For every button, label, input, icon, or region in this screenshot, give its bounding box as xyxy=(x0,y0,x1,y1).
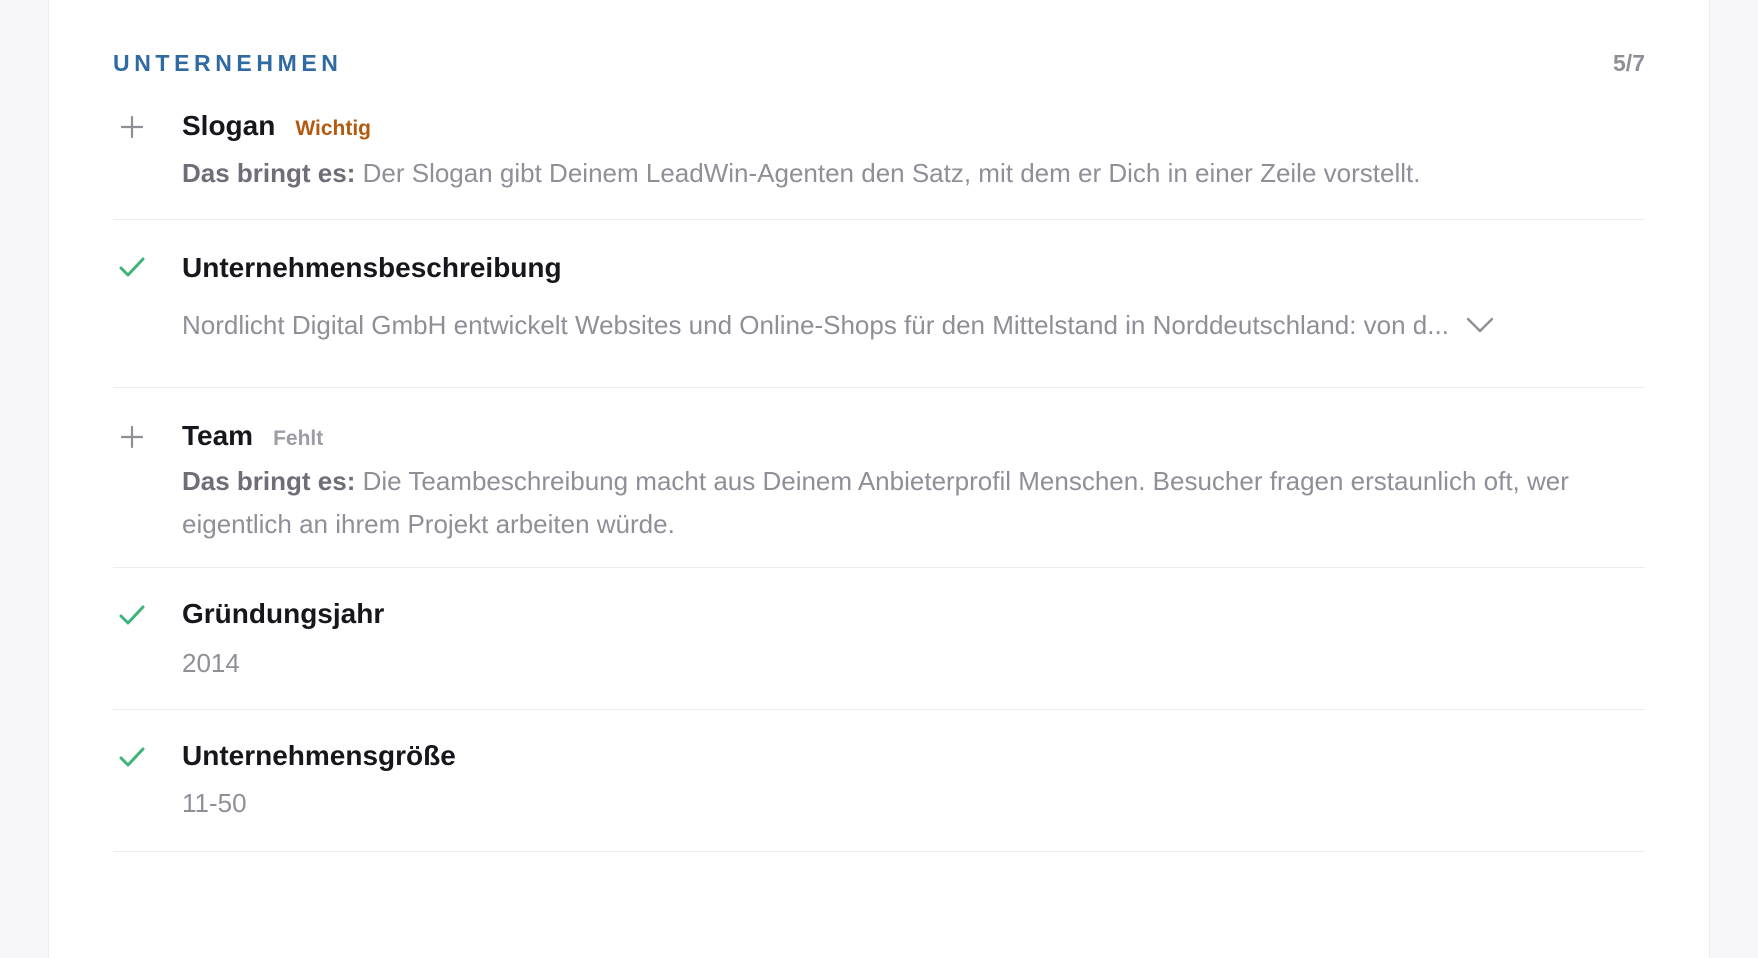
check-icon xyxy=(113,596,151,634)
chevron-down-icon[interactable] xyxy=(1463,308,1497,342)
field-label: Gründungsjahr xyxy=(182,598,385,629)
section-progress-count: 5/7 xyxy=(1613,50,1645,76)
importance-badge: Wichtig xyxy=(295,117,371,140)
missing-badge: Fehlt xyxy=(273,427,324,450)
field-benefit: Das bringt es: Der Slogan gibt Deinem Le… xyxy=(182,152,1612,195)
field-value: 11-50 xyxy=(182,788,247,818)
section-header: UNTERNEHMEN 5/7 xyxy=(113,46,1645,82)
field-item-founding-year[interactable]: Gründungsjahr 2014 xyxy=(113,568,1645,710)
plus-icon[interactable] xyxy=(113,418,151,456)
benefit-lead: Das bringt es: xyxy=(182,466,356,496)
field-item-team[interactable]: Team Fehlt Das bringt es: Die Teambeschr… xyxy=(113,388,1645,568)
field-label: Team xyxy=(182,420,254,451)
benefit-text: Der Slogan gibt Deinem LeadWin-Agenten d… xyxy=(362,158,1421,188)
description-preview[interactable]: Nordlicht Digital GmbH entwickelt Websit… xyxy=(182,302,1634,348)
field-value: 2014 xyxy=(182,648,240,678)
field-label: Unternehmensbeschreibung xyxy=(182,252,562,283)
field-item-company-size[interactable]: Unternehmensgröße 11-50 xyxy=(113,710,1645,852)
plus-icon[interactable] xyxy=(113,108,151,146)
section-title: UNTERNEHMEN xyxy=(113,50,343,76)
check-icon xyxy=(113,738,151,776)
field-item-company-description[interactable]: Unternehmensbeschreibung Nordlicht Digit… xyxy=(113,220,1645,388)
description-preview-text: Nordlicht Digital GmbH entwickelt Websit… xyxy=(182,309,1449,340)
field-benefit: Das bringt es: Die Teambeschreibung mach… xyxy=(182,460,1612,546)
benefit-lead: Das bringt es: xyxy=(182,158,356,188)
check-icon xyxy=(113,248,151,286)
field-item-slogan[interactable]: Slogan Wichtig Das bringt es: Der Slogan… xyxy=(113,104,1645,220)
benefit-text: Die Teambeschreibung macht aus Deinem An… xyxy=(182,466,1569,539)
field-label: Slogan xyxy=(182,110,276,141)
field-label: Unternehmensgröße xyxy=(182,740,456,771)
